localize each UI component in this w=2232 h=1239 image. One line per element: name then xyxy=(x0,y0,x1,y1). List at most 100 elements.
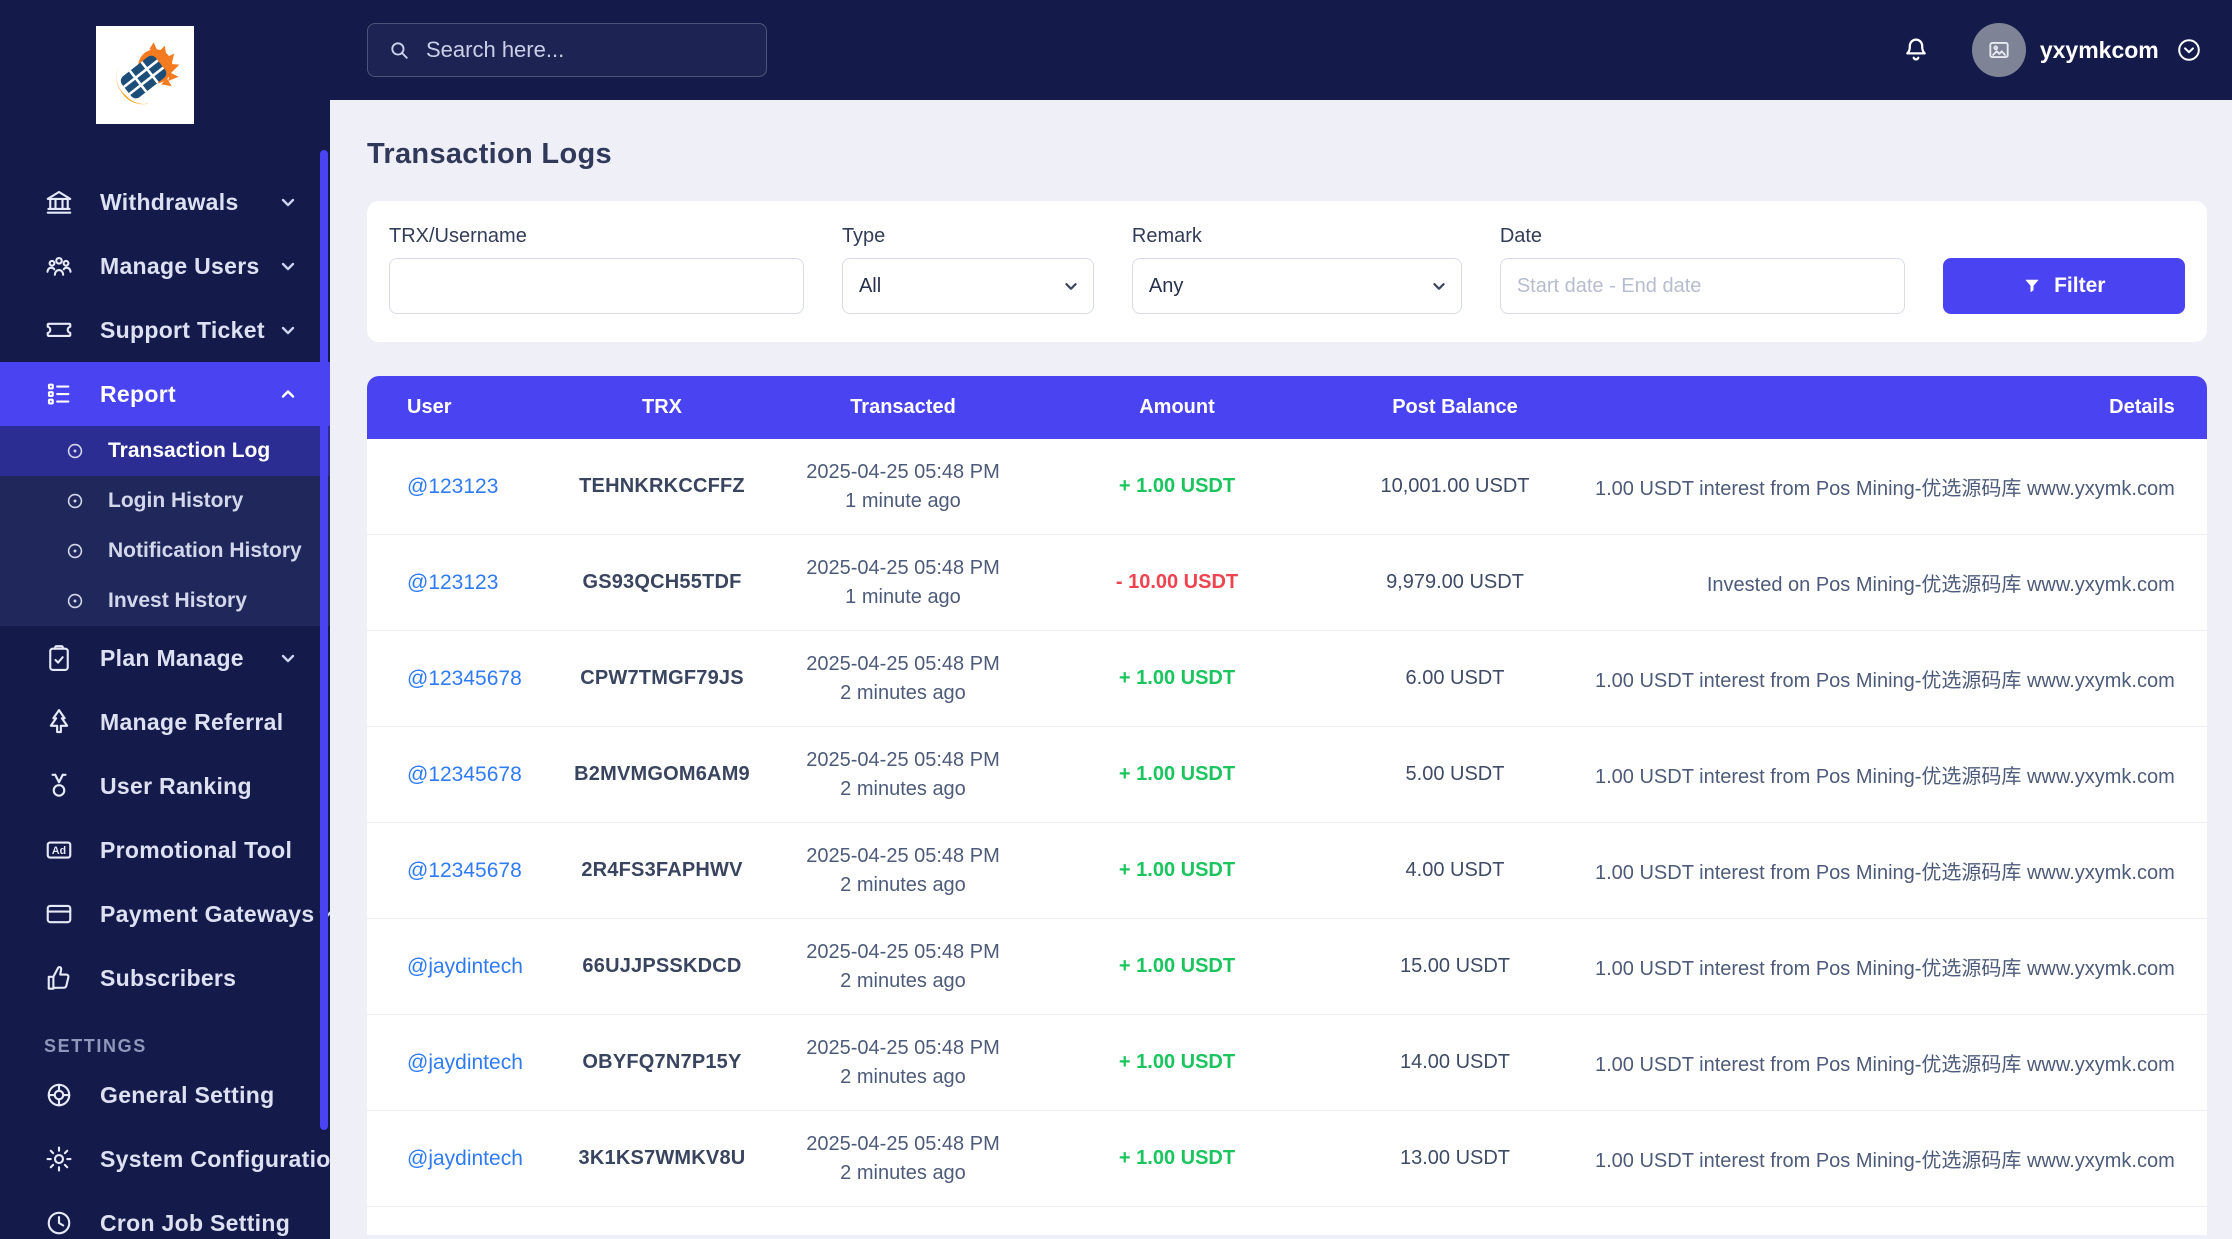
sidebar-item-label: Manage Referral xyxy=(100,708,284,735)
username[interactable]: yxymkcom xyxy=(2040,37,2159,64)
ticket-icon xyxy=(44,315,74,345)
sidebar-item-general-setting[interactable]: General Setting xyxy=(0,1063,330,1127)
sidebar-item-subscribers[interactable]: Subscribers xyxy=(0,946,330,1010)
solar-logo-icon xyxy=(116,42,180,105)
svg-text:Ad: Ad xyxy=(52,845,66,857)
sidebar-item-manage-users[interactable]: Manage Users xyxy=(0,234,330,298)
transactions-table: User TRX Transacted Amount Post Balance … xyxy=(367,376,2207,1235)
sidebar-subitem-invest-history[interactable]: Invest History xyxy=(0,576,330,626)
filter-button[interactable]: Filter xyxy=(1942,258,2185,314)
transacted-date: 2025-04-25 05:48 PM xyxy=(806,1036,1000,1059)
sidebar-subitem-label: Invest History xyxy=(108,589,247,612)
sidebar-section-label: SETTINGS xyxy=(44,1036,147,1056)
transacted-date: 2025-04-25 05:48 PM xyxy=(806,652,1000,675)
filter-panel: TRX/Username Type All Remark Any Date St… xyxy=(367,201,2207,342)
brand-logo[interactable] xyxy=(96,26,194,124)
user-link[interactable]: @12345678 xyxy=(407,763,522,786)
user-link[interactable]: @jaydintech xyxy=(407,1147,523,1170)
thumb-up-icon xyxy=(44,963,74,993)
user-link[interactable]: @123123 xyxy=(407,475,498,498)
sidebar-item-label: Subscribers xyxy=(100,964,237,991)
table-row: @jaydintech 66UJJPSSKDCD 2025-04-25 05:4… xyxy=(367,919,2207,1015)
sidebar-item-support-ticket[interactable]: Support Ticket xyxy=(0,298,330,362)
remark-select[interactable]: Any xyxy=(1131,258,1462,314)
sidebar-item-user-ranking[interactable]: User Ranking xyxy=(0,754,330,818)
chevron-down-icon xyxy=(276,190,300,214)
search-input[interactable] xyxy=(426,37,748,63)
transacted-cell: 2025-04-25 05:48 PM 1 minute ago xyxy=(767,554,1039,612)
sidebar-item-label: Support Ticket xyxy=(100,316,265,343)
transacted-cell: 2025-04-25 05:48 PM 2 minutes ago xyxy=(767,1130,1039,1188)
sidebar-item-label: Payment Gateways xyxy=(100,900,315,927)
amount-cell: + 1.00 USDT xyxy=(1118,763,1236,785)
chevron-down-icon xyxy=(276,318,300,342)
sidebar-item-plan-manage[interactable]: Plan Manage xyxy=(0,626,330,690)
sidebar-item-label: Withdrawals xyxy=(100,188,239,215)
sidebar-subitem-label: Login History xyxy=(108,489,244,512)
user-link[interactable]: @12345678 xyxy=(407,667,522,690)
sidebar-settings-nav: General Setting System Configuration Cro… xyxy=(0,1063,330,1239)
ad-icon: Ad xyxy=(44,835,74,865)
sidebar-scrollbar[interactable] xyxy=(320,150,328,1130)
sidebar: Withdrawals Manage Users Support Ticket … xyxy=(0,0,330,1239)
transacted-ago: 2 minutes ago xyxy=(840,1161,966,1184)
chevron-down-circle-icon[interactable] xyxy=(2175,36,2203,64)
transacted-ago: 2 minutes ago xyxy=(840,969,966,992)
details-cell: 1.00 USDT interest from Pos Mining-优选源码库… xyxy=(1595,958,2175,980)
amount-cell: - 10.00 USDT xyxy=(1115,571,1239,593)
chevron-up-icon xyxy=(276,382,300,406)
transacted-cell: 2025-04-25 05:48 PM 2 minutes ago xyxy=(767,746,1039,804)
sidebar-item-cron-job-setting[interactable]: Cron Job Setting xyxy=(0,1191,330,1239)
sidebar-item-withdrawals[interactable]: Withdrawals xyxy=(0,170,330,234)
amount-cell: + 1.00 USDT xyxy=(1118,667,1236,689)
sidebar-item-manage-referral[interactable]: Manage Referral xyxy=(0,690,330,754)
date-range-input[interactable] xyxy=(1499,258,1905,314)
notification-bell-icon[interactable] xyxy=(1900,34,1932,66)
user-link[interactable]: @jaydintech xyxy=(407,1051,523,1074)
sidebar-subitem-label: Transaction Log xyxy=(108,439,271,462)
sidebar-item-report[interactable]: Report xyxy=(0,362,330,426)
clipboard-check-icon xyxy=(44,643,74,673)
table-partial-row xyxy=(367,1207,2207,1235)
image-placeholder-icon xyxy=(1986,37,2012,63)
sidebar-nav: Withdrawals Manage Users Support Ticket … xyxy=(0,170,330,1010)
type-select[interactable]: All xyxy=(841,258,1094,314)
details-cell: 1.00 USDT interest from Pos Mining-优选源码库… xyxy=(1595,478,2175,500)
user-link[interactable]: @jaydintech xyxy=(407,955,523,978)
sidebar-subitem-notification-history[interactable]: Notification History xyxy=(0,526,330,576)
topbar: yxymkcom xyxy=(330,0,2232,100)
user-link[interactable]: @123123 xyxy=(407,571,498,594)
sidebar-subitem-transaction-log[interactable]: Transaction Log xyxy=(0,426,330,476)
transacted-cell: 2025-04-25 05:48 PM 2 minutes ago xyxy=(767,650,1039,708)
sidebar-item-system-configuration[interactable]: System Configuration xyxy=(0,1127,330,1191)
amount-cell: + 1.00 USDT xyxy=(1118,1051,1236,1073)
post-balance-cell: 6.00 USDT xyxy=(1405,667,1505,689)
credit-card-icon xyxy=(44,899,74,929)
details-cell: 1.00 USDT interest from Pos Mining-优选源码库… xyxy=(1595,862,2175,884)
avatar[interactable] xyxy=(1971,23,2026,77)
details-cell: 1.00 USDT interest from Pos Mining-优选源码库… xyxy=(1595,670,2175,692)
sidebar-item-label: General Setting xyxy=(100,1081,275,1108)
amount-cell: + 1.00 USDT xyxy=(1118,1147,1236,1169)
transacted-date: 2025-04-25 05:48 PM xyxy=(806,1132,1000,1155)
table-row: @jaydintech 3K1KS7WMKV8U 2025-04-25 05:4… xyxy=(367,1111,2207,1207)
tree-icon xyxy=(44,707,74,737)
details-cell: 1.00 USDT interest from Pos Mining-优选源码库… xyxy=(1595,766,2175,788)
circle-dot-icon xyxy=(64,540,86,562)
sidebar-item-payment-gateways[interactable]: Payment Gateways xyxy=(0,882,330,946)
sidebar-item-promotional-tool[interactable]: Ad Promotional Tool xyxy=(0,818,330,882)
transacted-date: 2025-04-25 05:48 PM xyxy=(806,844,1000,867)
sidebar-subitem-login-history[interactable]: Login History xyxy=(0,476,330,526)
details-cell: 1.00 USDT interest from Pos Mining-优选源码库… xyxy=(1595,1054,2175,1076)
transacted-ago: 2 minutes ago xyxy=(840,1065,966,1088)
transacted-cell: 2025-04-25 05:48 PM 2 minutes ago xyxy=(767,1034,1039,1092)
table-row: @123123 GS93QCH55TDF 2025-04-25 05:48 PM… xyxy=(367,535,2207,631)
user-link[interactable]: @12345678 xyxy=(407,859,522,882)
sidebar-item-label: Cron Job Setting xyxy=(100,1209,291,1236)
gear-icon xyxy=(44,1144,74,1174)
topbar-right: yxymkcom xyxy=(1900,23,2203,77)
trx-username-input[interactable] xyxy=(389,258,804,314)
trx-code: 2R4FS3FAPHWV xyxy=(581,859,743,881)
search-box[interactable] xyxy=(367,23,767,77)
trx-code: TEHNKRKCCFFZ xyxy=(579,475,745,497)
